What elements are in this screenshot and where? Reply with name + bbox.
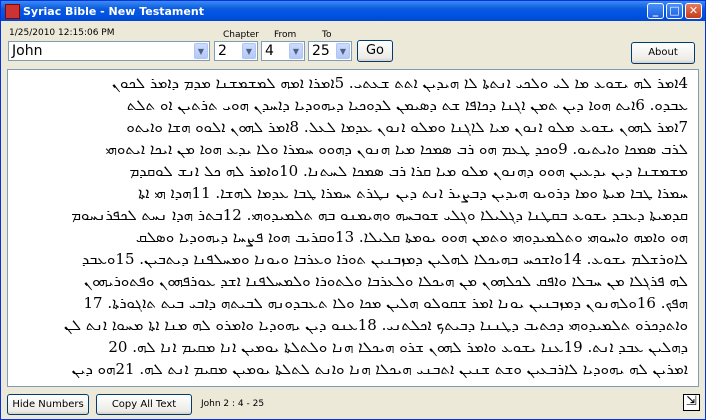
verse-line: ܠܗ ܦܪܓܠܐ ܡܢ ܚܒܠܐ ܘܐܦܩ ܠܟܠܗܘܢ ܡܢ ܗܝܟܠܐ ܘܠ…: [83, 272, 688, 290]
from-value: 4: [265, 43, 274, 59]
scripture-text-area[interactable]: 4ܐܡܪ ܠܗ ܝܫܘܥ ܡܐ ܠܝ ܘܠܟܝ ܐܢܬܬܐ ܠܐ ܗܝܕܝܢ ܐ…: [7, 69, 699, 387]
copy-all-text-button[interactable]: Copy All Text: [96, 394, 192, 415]
close-button[interactable]: ✕: [685, 3, 702, 19]
to-select[interactable]: 25 ▼: [308, 41, 352, 61]
verse-line: ܥܒܕܘ. 6ܐܝܬ ܗܘܐ ܕܝܢ ܬܡܢ ܐܓܢܐ ܕܟܐܦܐ ܫܬ ܕܤܝ…: [126, 96, 688, 114]
verse-line: ܗܦܟ. 16ܘܠܗܢܘܢ ܕܡܙܒܢܝܢ ܝܘܢܐ ܐܡܪ ܫܩܘܠܘ ܗܠܝ…: [83, 294, 688, 312]
status-reference: John 2 : 4 - 25: [201, 399, 265, 409]
verse-line: ܕܗܠܝܢ ܥܒܕ ܐܢܬ. 19ܥܢܐ ܝܫܘܥ ܘܐܡܪ ܠܗܘܢ ܫܪܘ …: [108, 338, 688, 356]
verse-line: ܠܪܒ ܤܡܟܐ ܘܐܝܬܝܘ. 9ܘܟܕ ܛܥܡ ܗܘ ܪܒ ܤܡܟܐ ܡܝܐ…: [105, 140, 688, 158]
go-button[interactable]: Go: [357, 40, 393, 62]
chapter-value: 2: [218, 43, 227, 59]
chevron-down-icon[interactable]: ▼: [194, 43, 208, 59]
verse-line: ܩܕܡܝܬܐ ܕܥܒܕ ܝܫܘܥ ܒܩܛܢܐ ܕܓܠܝܠܐ ܘܓܠܝ ܫܘܒܚܗ…: [71, 206, 688, 224]
bible-app-icon: [5, 4, 20, 19]
to-label: To: [322, 30, 332, 40]
hide-numbers-button[interactable]: Hide Numbers: [7, 394, 89, 415]
verse-line: ܠܐܘܪܫܠܡ ܝܫܘܥ. 14ܘܐܫܟܚ ܒܗܝܟܠܐ ܠܗܠܝܢ ܕܡܙܒܢ…: [81, 250, 688, 268]
verse-line: ܘܐܬܕܟܪܘ ܬܠܡܝܕܘܗܝ ܕܟܬܝܒ ܕܛܢܢܐ ܕܒܝܬܟ ܐܟܠܬܢ…: [63, 316, 688, 334]
verse-line: ܗܘ ܘܐܡܗ ܘܐܚܘܗܝ ܘܬܠܡܝܕܘܗܝ ܘܬܡܢ ܗܘܘ ܝܘܡܬܐ …: [135, 228, 688, 246]
minimize-button[interactable]: _: [647, 3, 664, 19]
verse-line: ܐܡܪܝܢ ܠܗ ܝܗܘܕܝܐ ܠܐܪܒܥܝܢ ܘܫܬ ܫܢܝܢ ܐܬܒܢܝ ܗ…: [71, 360, 688, 378]
verse-line: 7ܐܡܪ ܠܗܘܢ ܝܫܘܥ ܡܠܘ ܐܢܘܢ ܡܝܐ ܠܐܓܢܐ ܘܡܠܘ ܐ…: [126, 118, 688, 136]
about-button[interactable]: About: [631, 42, 695, 64]
verse-line: ܚܡܪܐ ܛܒܐ ܡܝܬܐ ܘܡܐ ܕܪܘܝܘ ܗܝܕܝܢ ܕܒܨܝܪ ܐܢܬ …: [138, 184, 688, 202]
book-value: John: [12, 43, 43, 59]
verse-line: 4ܐܡܪ ܠܗ ܝܫܘܥ ܡܐ ܠܝ ܘܠܟܝ ܐܢܬܬܐ ܠܐ ܗܝܕܝܢ ܐ…: [111, 74, 688, 92]
title-bar[interactable]: Syriac Bible - New Testament _ □ ✕: [1, 1, 705, 21]
verse-line: ܡܫܡܫܢܐ ܕܝܢ ܝܕܥܝܢ ܗܘܘ ܕܗܢܘܢ ܡܠܘ ܡܝܐ ܩܪܐ ܪ…: [129, 162, 688, 180]
chevron-down-icon[interactable]: ▼: [289, 43, 303, 59]
resize-arrow-icon[interactable]: ⇲: [683, 394, 700, 411]
chapter-label: Chapter: [223, 30, 259, 40]
book-select[interactable]: John ▼: [8, 41, 210, 61]
chapter-select[interactable]: 2 ▼: [214, 41, 258, 61]
from-label: From: [274, 30, 297, 40]
to-value: 25: [312, 43, 330, 59]
window-title: Syriac Bible - New Testament: [23, 5, 204, 18]
chevron-down-icon[interactable]: ▼: [336, 43, 350, 59]
from-select[interactable]: 4 ▼: [261, 41, 305, 61]
timestamp: 1/25/2010 12:15:06 PM: [9, 28, 115, 38]
maximize-button[interactable]: □: [666, 3, 683, 19]
main-window: Syriac Bible - New Testament _ □ ✕ 1/25/…: [0, 0, 706, 420]
chevron-down-icon[interactable]: ▼: [242, 43, 256, 59]
